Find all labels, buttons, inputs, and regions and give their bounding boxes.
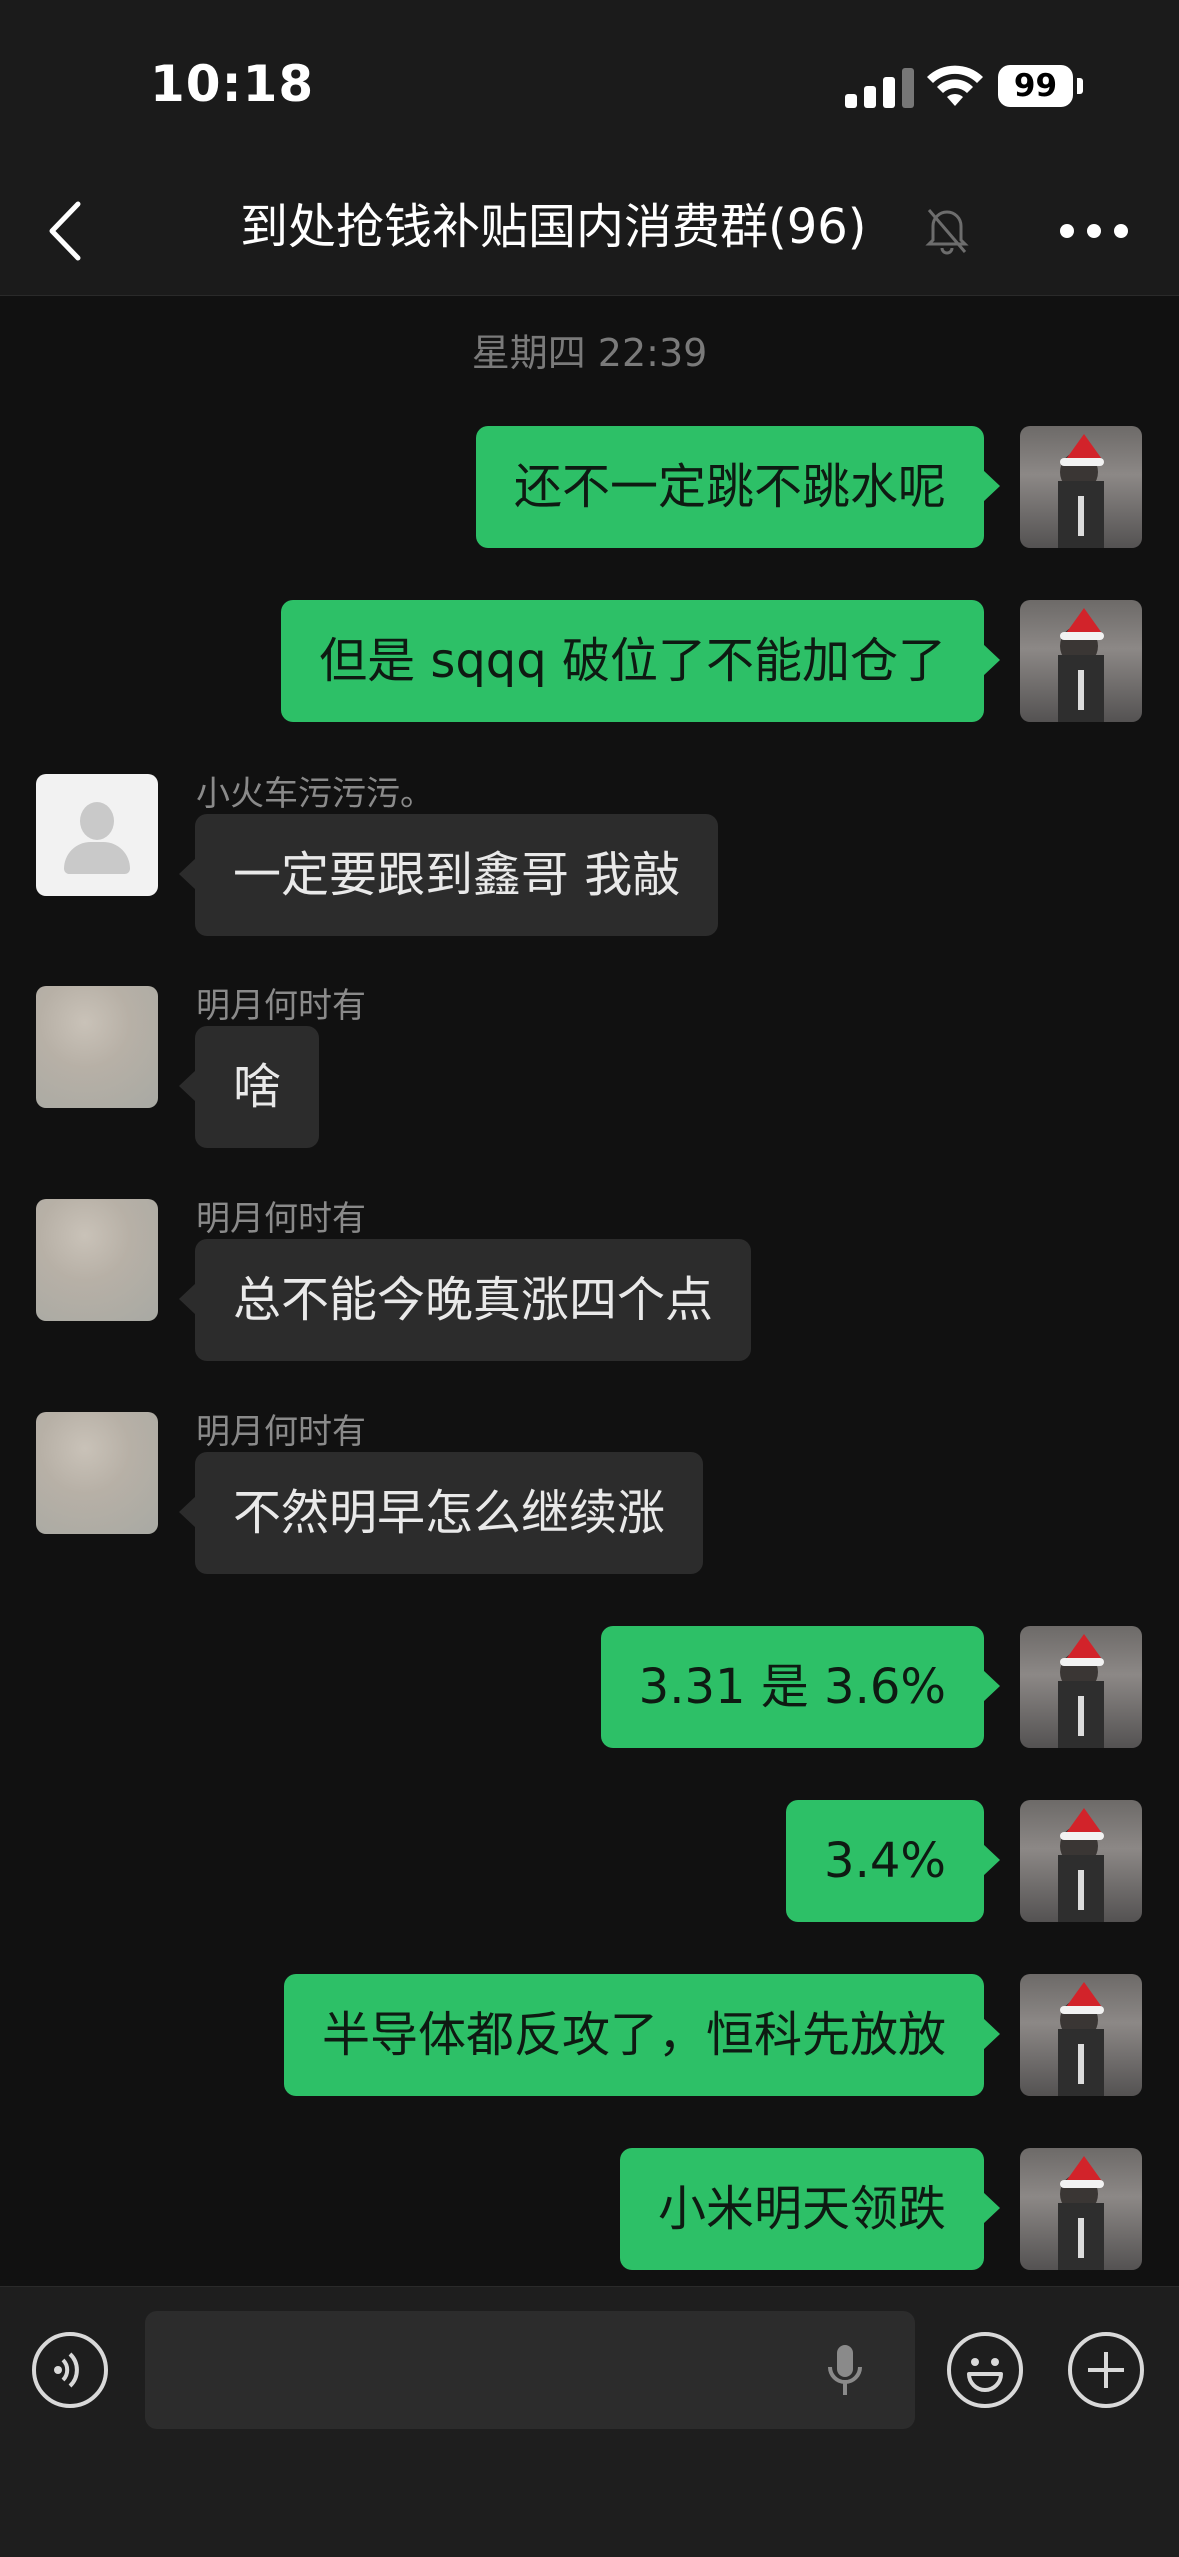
sender-avatar[interactable] bbox=[36, 774, 158, 896]
sender-name: 明月何时有 bbox=[196, 986, 366, 1026]
message-bubble-other[interactable]: 不然明早怎么继续涨 bbox=[178, 1452, 704, 1574]
message-bubble-mine[interactable]: 还不一定跳不跳水呢 bbox=[475, 426, 1001, 548]
sender-avatar[interactable] bbox=[36, 1199, 158, 1321]
battery-level: 99 bbox=[1013, 68, 1058, 104]
my-avatar[interactable] bbox=[1020, 2148, 1142, 2270]
message-bubble-mine[interactable]: 3.4% bbox=[786, 1800, 1000, 1922]
chat-title: 到处抢钱补贴国内消费群(96) bbox=[240, 199, 867, 255]
input-bar bbox=[0, 2286, 1179, 2557]
status-bar: 10:18 99 bbox=[0, 0, 1179, 170]
chat-header: 到处抢钱补贴国内消费群(96) bbox=[0, 170, 1179, 296]
my-avatar[interactable] bbox=[1020, 426, 1142, 548]
mute-bell-icon bbox=[925, 209, 969, 255]
message-bubble-mine[interactable]: 半导体都反攻了，恒科先放放 bbox=[283, 1974, 1001, 2096]
message-bubble-mine[interactable]: 但是 sqqq 破位了不能加仓了 bbox=[281, 600, 1000, 722]
message-bubble-other[interactable]: 啥 bbox=[178, 1026, 320, 1148]
sender-avatar[interactable] bbox=[36, 986, 158, 1108]
message-bubble-mine[interactable]: 3.31 是 3.6% bbox=[600, 1626, 1001, 1748]
emoji-icon[interactable] bbox=[947, 2332, 1023, 2408]
message-bubble-mine[interactable]: 小米明天领跌 bbox=[619, 2148, 1001, 2270]
more-options-icon[interactable] bbox=[1060, 222, 1130, 242]
sender-name: 明月何时有 bbox=[196, 1199, 366, 1239]
sender-avatar[interactable] bbox=[36, 1412, 158, 1534]
my-avatar[interactable] bbox=[1020, 1800, 1142, 1922]
microphone-icon[interactable] bbox=[825, 2343, 865, 2399]
message-input[interactable] bbox=[145, 2311, 915, 2429]
plus-icon[interactable] bbox=[1068, 2332, 1144, 2408]
cellular-signal-icon bbox=[845, 66, 917, 108]
message-bubble-other[interactable]: 总不能今晚真涨四个点 bbox=[178, 1239, 752, 1361]
my-avatar[interactable] bbox=[1020, 1974, 1142, 2096]
message-bubble-other[interactable]: 一定要跟到鑫哥 我敲 bbox=[178, 814, 719, 936]
my-avatar[interactable] bbox=[1020, 600, 1142, 722]
message-timestamp: 星期四 22:39 bbox=[471, 331, 708, 375]
battery-tip bbox=[1077, 78, 1083, 94]
back-chevron-icon[interactable] bbox=[42, 198, 92, 264]
wifi-icon bbox=[927, 65, 983, 106]
message-list[interactable]: 星期四 22:39 还不一定跳不跳水呢 但是 sqqq 破位了不能加仓了 小火车… bbox=[0, 296, 1179, 2286]
status-time: 10:18 bbox=[150, 55, 315, 113]
voice-mode-icon[interactable] bbox=[32, 2332, 108, 2408]
sender-name: 小火车污污污。 bbox=[196, 774, 434, 814]
battery-indicator: 99 bbox=[998, 65, 1073, 107]
sender-name: 明月何时有 bbox=[196, 1412, 366, 1452]
my-avatar[interactable] bbox=[1020, 1626, 1142, 1748]
